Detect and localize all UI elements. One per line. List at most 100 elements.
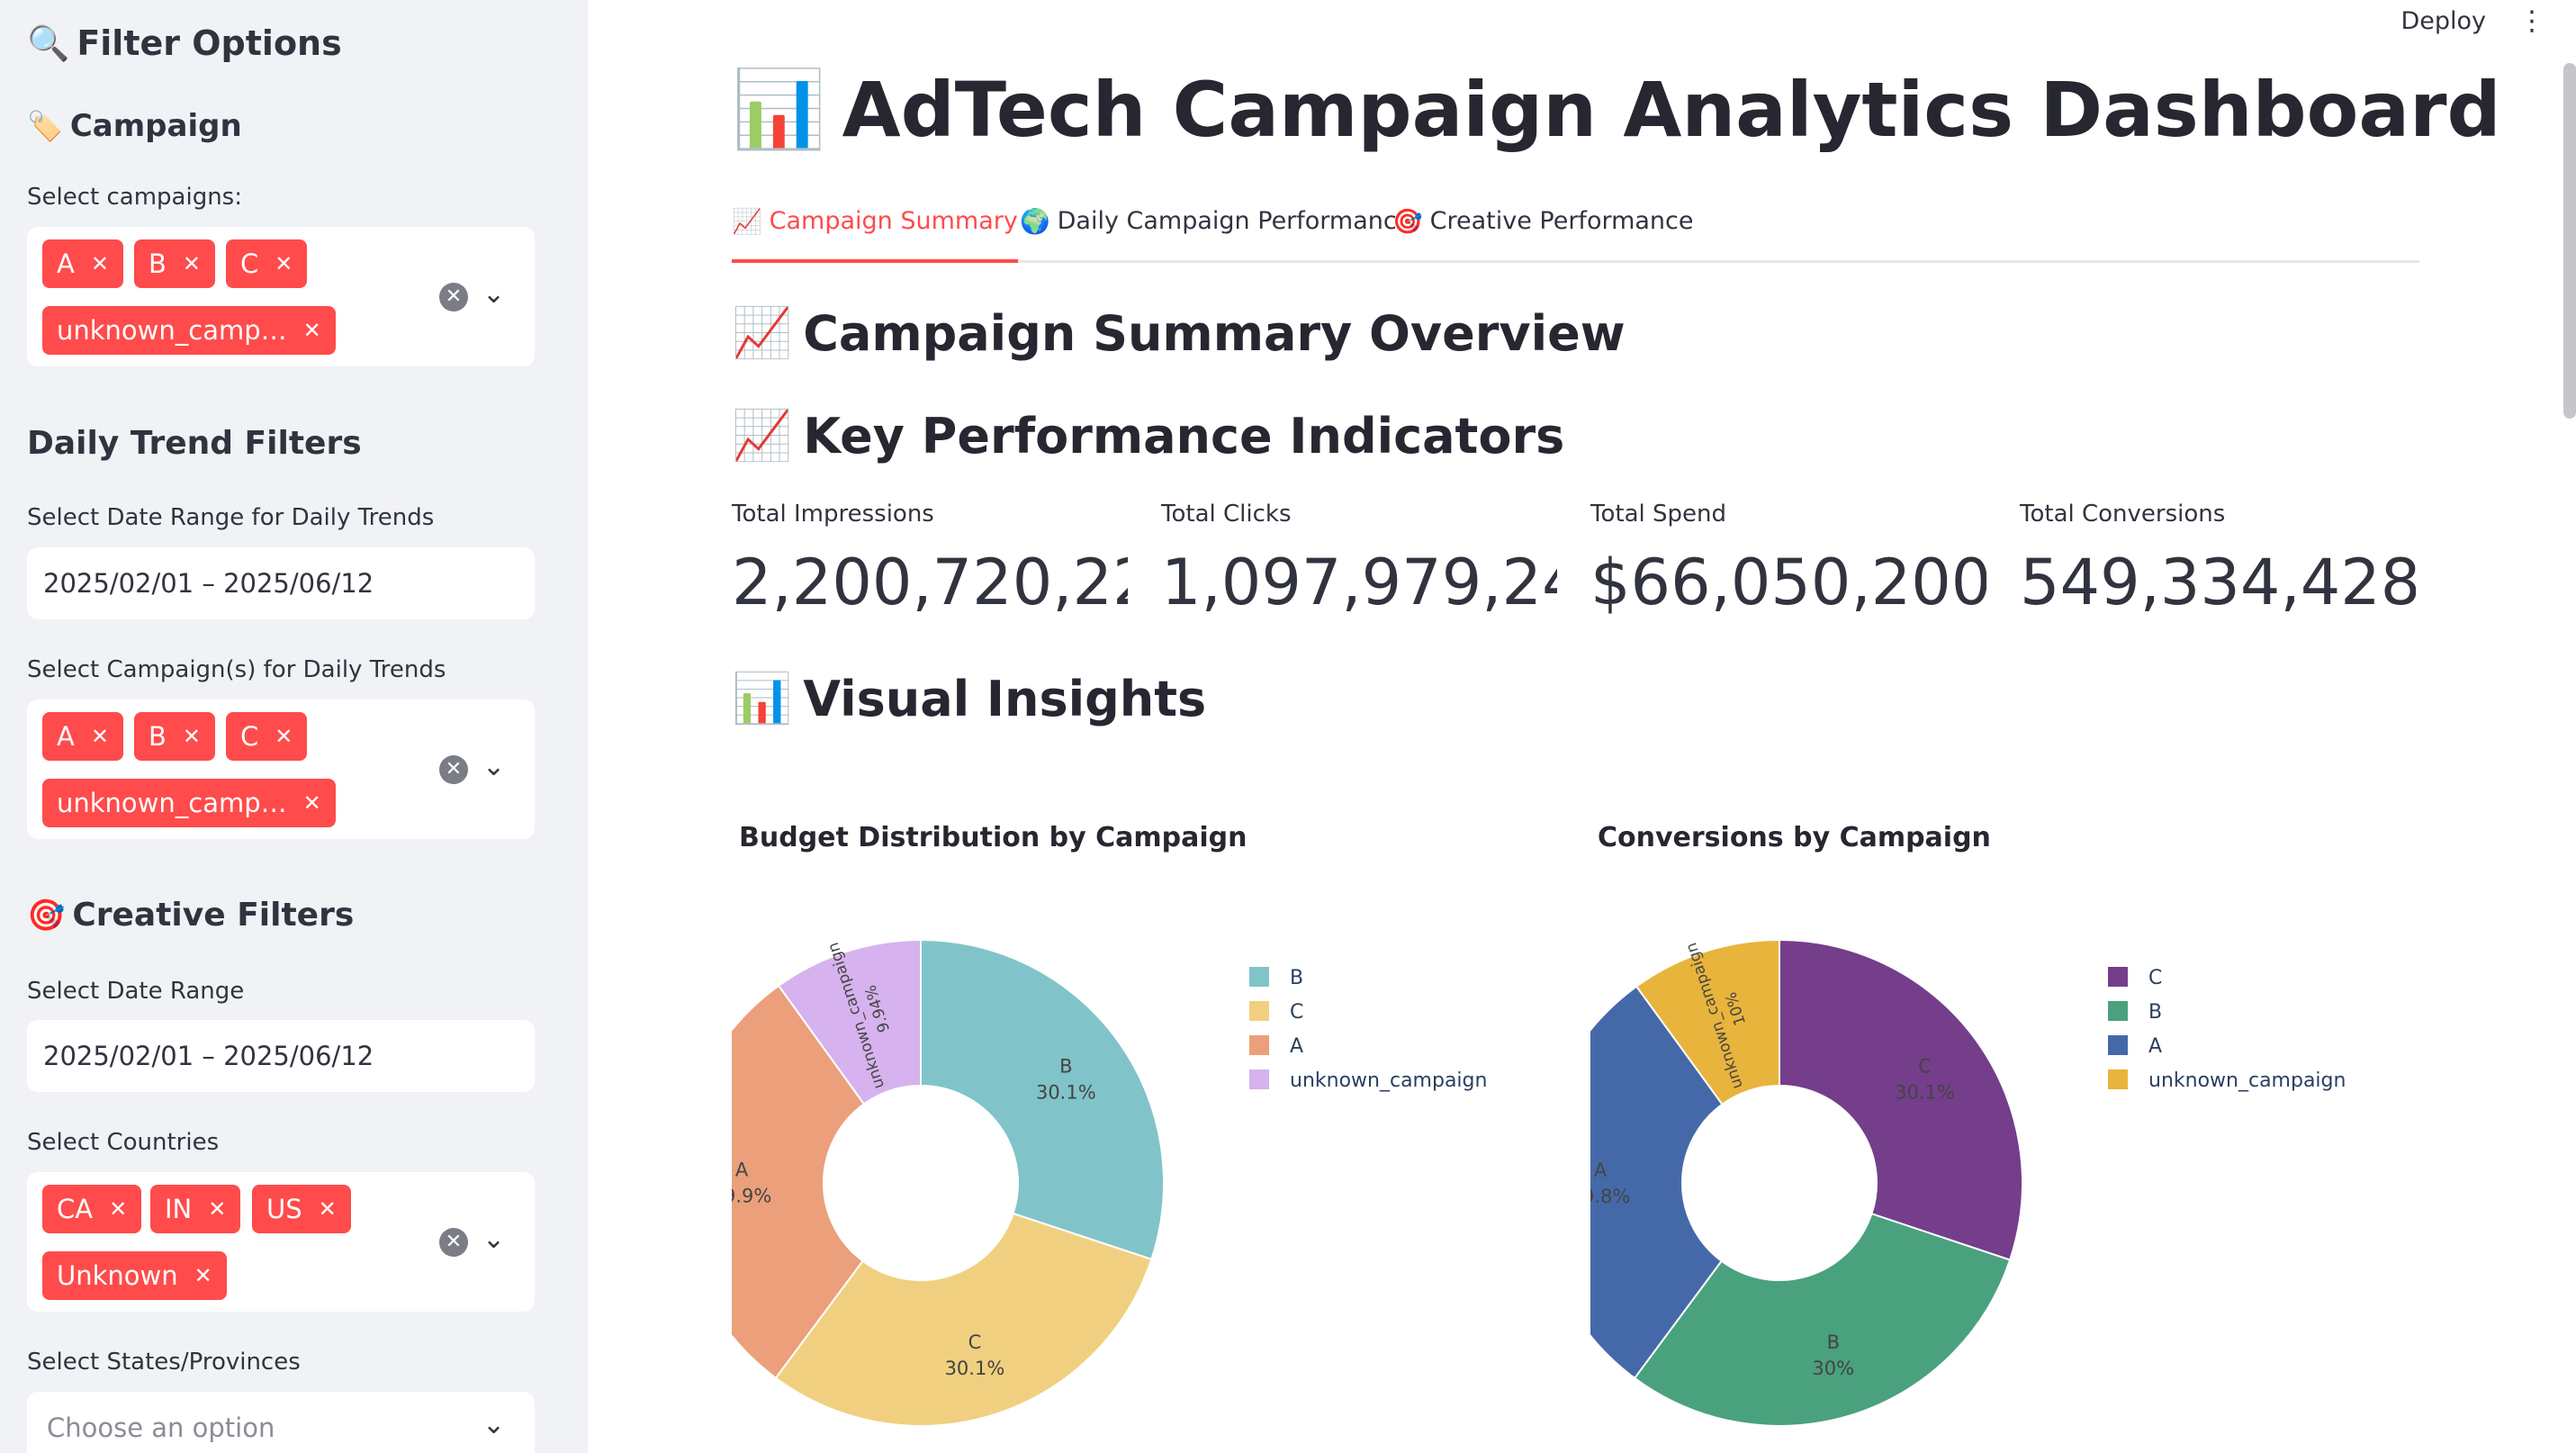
chip-remove-icon[interactable]: ✕ <box>183 724 201 749</box>
chip-remove-icon[interactable]: ✕ <box>91 251 109 276</box>
kpi-total-clicks: Total Clicks 1,097,979,244 <box>1161 501 1557 619</box>
legend-label[interactable]: C <box>2148 967 2162 989</box>
chevron-down-icon[interactable]: ⌄ <box>482 1226 505 1253</box>
chip-label: B <box>149 248 167 279</box>
slice-label-name: C <box>968 1331 982 1353</box>
chip-label: C <box>240 248 259 279</box>
chip-remove-icon[interactable]: ✕ <box>275 724 293 749</box>
legend-label[interactable]: unknown_campaign <box>1290 1069 1487 1092</box>
legend-swatch[interactable] <box>1249 1069 1269 1089</box>
deploy-button[interactable]: Deploy <box>2400 7 2486 35</box>
slice-label-name: A <box>1594 1160 1608 1181</box>
legend-label[interactable]: unknown_campaign <box>2148 1069 2346 1092</box>
country-chip[interactable]: Unknown ✕ <box>42 1251 227 1300</box>
kpi-label: Total Conversions <box>2020 501 2226 528</box>
campaign-chip[interactable]: A ✕ <box>42 712 123 761</box>
slice-label-percent: 30.1% <box>1895 1082 1955 1104</box>
tag-icon: 🏷️ <box>27 109 63 143</box>
kpi-value: 2,200,720,226 <box>732 546 1128 619</box>
creative-date-range-label: Select Date Range <box>27 978 245 1005</box>
creative-date-range-input[interactable]: 2025/02/01 – 2025/06/12 <box>27 1020 535 1092</box>
clear-all-icon[interactable]: ✕ <box>439 283 468 311</box>
conversions-chart-title: Conversions by Campaign <box>1598 822 1991 853</box>
campaign-chip[interactable]: unknown_camp… ✕ <box>42 306 336 355</box>
states-select[interactable]: Choose an option ⌄ <box>27 1392 535 1453</box>
tab-label: Campaign Summary <box>769 207 1018 235</box>
chip-label: C <box>240 721 259 752</box>
chip-remove-icon[interactable]: ✕ <box>303 318 321 343</box>
country-chip[interactable]: IN ✕ <box>150 1185 241 1233</box>
bar-chart-icon: 📊 <box>732 65 826 153</box>
legend-swatch[interactable] <box>1249 1001 1269 1021</box>
chip-remove-icon[interactable]: ✕ <box>319 1196 337 1222</box>
clear-all-icon[interactable]: ✕ <box>439 1228 468 1257</box>
legend-label[interactable]: B <box>2148 1001 2162 1024</box>
budget-chart-title: Budget Distribution by Campaign <box>739 822 1247 853</box>
chip-label: A <box>57 721 75 752</box>
campaign-multiselect[interactable]: A ✕ B ✕ C ✕ unknown_camp… ✕ ✕ ⌄ <box>27 227 535 366</box>
target-icon: 🎯 <box>1392 208 1423 236</box>
legend-swatch[interactable] <box>2108 967 2128 987</box>
chip-label: unknown_camp… <box>57 315 287 346</box>
chip-remove-icon[interactable]: ✕ <box>275 251 293 276</box>
tab-campaign-summary[interactable]: 📈 Campaign Summary <box>732 205 1018 263</box>
slice-label-percent: 30.1% <box>945 1358 1005 1379</box>
main-content: Deploy ⋮ 📊 AdTech Campaign Analytics Das… <box>588 0 2576 1453</box>
tab-bar: 📈 Campaign Summary 🌍 Daily Campaign Perf… <box>732 205 2419 263</box>
bar-chart-icon: 📊 <box>732 670 793 726</box>
chevron-down-icon[interactable]: ⌄ <box>482 754 505 781</box>
chip-remove-icon[interactable]: ✕ <box>183 251 201 276</box>
campaign-chip[interactable]: C ✕ <box>226 239 308 288</box>
chip-label: B <box>149 721 167 752</box>
legend-swatch[interactable] <box>1249 1035 1269 1055</box>
campaign-chip[interactable]: C ✕ <box>226 712 308 761</box>
chevron-down-icon[interactable]: ⌄ <box>482 281 505 308</box>
tab-creative-performance[interactable]: 🎯 Creative Performance <box>1392 205 1694 263</box>
creative-filters-heading: 🎯 Creative Filters <box>27 897 354 934</box>
clear-all-icon[interactable]: ✕ <box>439 755 468 784</box>
filter-options-heading: 🔍 Filter Options <box>27 23 342 63</box>
legend-swatch[interactable] <box>2108 1035 2128 1055</box>
slice-label-name: C <box>1918 1056 1932 1078</box>
country-chip[interactable]: CA ✕ <box>42 1185 142 1233</box>
kpi-heading: 📈 Key Performance Indicators <box>732 407 1564 465</box>
vertical-dots-icon[interactable]: ⋮ <box>2518 5 2545 37</box>
chip-remove-icon[interactable]: ✕ <box>303 790 321 816</box>
chip-remove-icon[interactable]: ✕ <box>109 1196 127 1222</box>
campaign-chip[interactable]: B ✕ <box>134 239 216 288</box>
slice-label-percent: 30% <box>1812 1358 1854 1379</box>
legend-label[interactable]: B <box>1290 967 1303 989</box>
campaign-chip[interactable]: A ✕ <box>42 239 123 288</box>
slice-label-percent: 30.1% <box>1036 1081 1096 1103</box>
chip-remove-icon[interactable]: ✕ <box>91 724 109 749</box>
scrollbar[interactable] <box>2563 63 2576 419</box>
kpi-heading-text: Key Performance Indicators <box>803 407 1565 465</box>
country-chip[interactable]: US ✕ <box>252 1185 351 1233</box>
page-title-text: AdTech Campaign Analytics Dashboard <box>842 65 2501 154</box>
campaign-heading: 🏷️ Campaign <box>27 108 242 144</box>
target-icon: 🎯 <box>27 897 66 934</box>
legend-swatch[interactable] <box>1249 967 1269 987</box>
visual-insights-heading-text: Visual Insights <box>803 670 1207 727</box>
campaign-chip[interactable]: unknown_camp… ✕ <box>42 779 336 827</box>
legend-swatch[interactable] <box>2108 1001 2128 1021</box>
legend-label[interactable]: A <box>2148 1035 2162 1058</box>
chip-remove-icon[interactable]: ✕ <box>208 1196 226 1222</box>
tab-daily-campaign-performance[interactable]: 🌍 Daily Campaign Performance <box>1020 205 1411 263</box>
chip-label: Unknown <box>57 1260 178 1291</box>
legend-swatch[interactable] <box>2108 1069 2128 1089</box>
legend-label[interactable]: C <box>1290 1001 1303 1024</box>
chart-up-icon: 📈 <box>732 407 793 464</box>
daily-campaign-multiselect[interactable]: A ✕ B ✕ C ✕ unknown_camp… ✕ ✕ ⌄ <box>27 699 535 839</box>
legend-label[interactable]: A <box>1290 1035 1303 1058</box>
tab-label: Creative Performance <box>1429 207 1694 235</box>
budget-distribution-chart: B30.1%C30.1%A29.9%unknown_campaign9.94%B… <box>732 938 1487 1427</box>
countries-multiselect[interactable]: CA ✕ IN ✕ US ✕ Unknown ✕ ✕ ⌄ <box>27 1172 535 1312</box>
chip-remove-icon[interactable]: ✕ <box>194 1263 212 1288</box>
chip-label: unknown_camp… <box>57 788 287 818</box>
daily-date-range-input[interactable]: 2025/02/01 – 2025/06/12 <box>27 547 535 619</box>
chevron-down-icon[interactable]: ⌄ <box>482 1412 505 1439</box>
tab-label: Daily Campaign Performance <box>1057 207 1412 235</box>
campaign-chip[interactable]: B ✕ <box>134 712 216 761</box>
chip-label: CA <box>57 1194 94 1224</box>
